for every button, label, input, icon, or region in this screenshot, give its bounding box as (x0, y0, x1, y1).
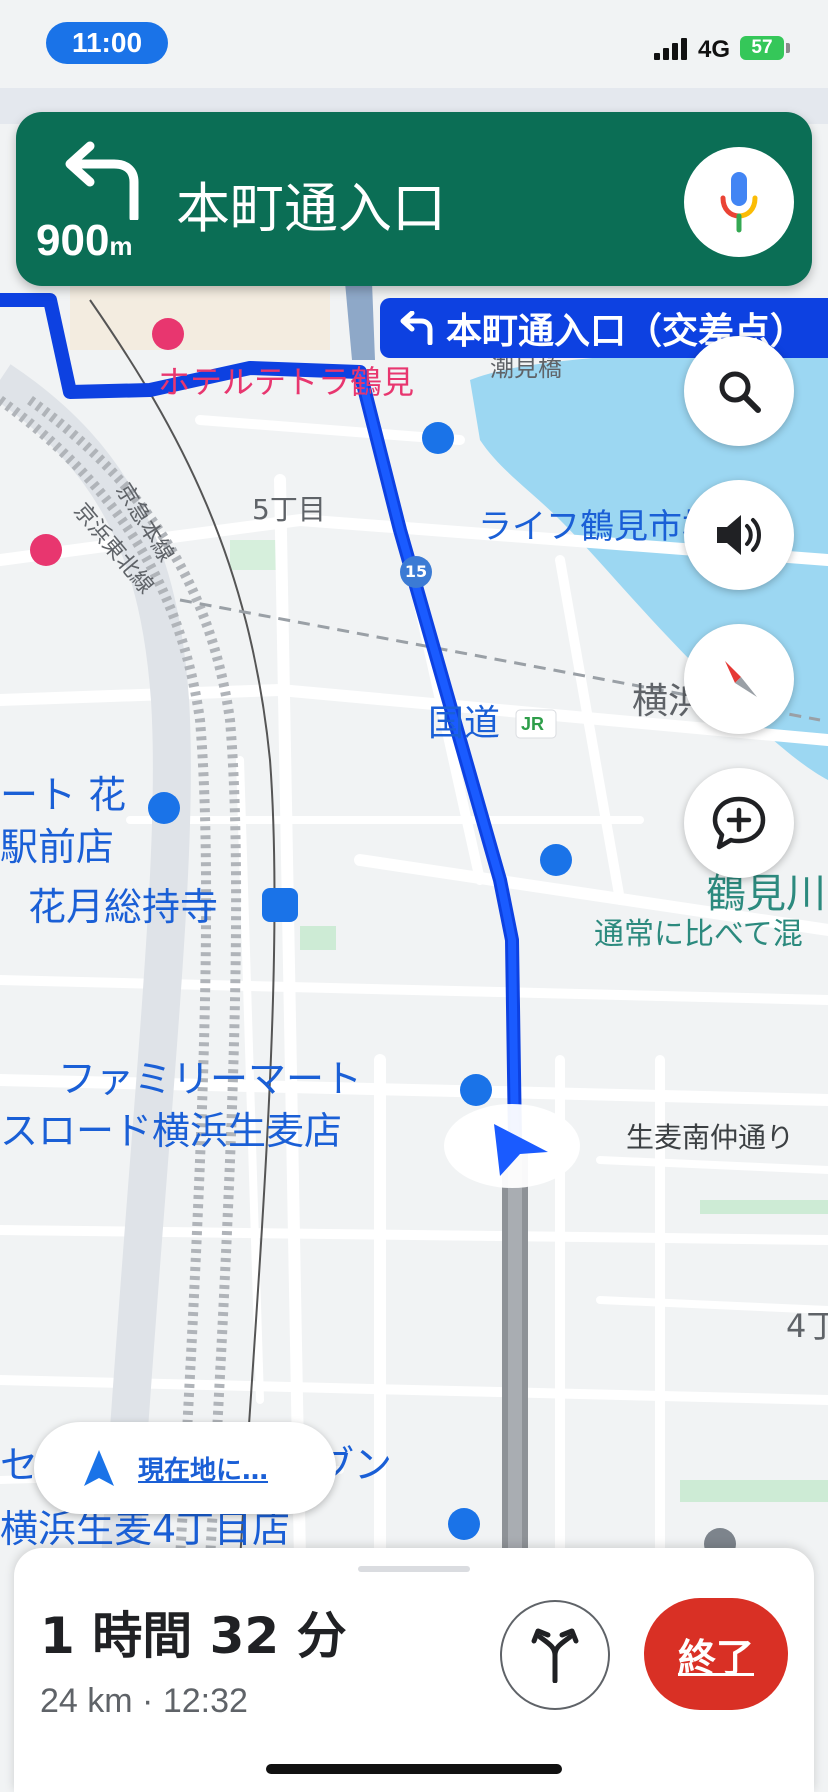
map-label-store1-line1[interactable]: ート 花 (0, 776, 126, 814)
recenter-label: 現在地に… (138, 1455, 269, 1486)
turn-left-icon (65, 141, 139, 220)
map-label-family-line1[interactable]: ファミリーマート (58, 1060, 362, 1098)
voice-search-button[interactable] (684, 147, 794, 257)
map-label-tsurumi-river: 鶴見川 (706, 871, 826, 917)
status-time[interactable]: 11:00 (46, 22, 168, 64)
speaker-icon (717, 515, 761, 555)
map-label-bridge: 潮見橋 (490, 354, 562, 382)
jr-logo: JR (521, 714, 545, 734)
end-navigation-button[interactable]: 終了 (644, 1598, 788, 1710)
map-label-seven-line1[interactable]: セ (0, 1446, 38, 1484)
map-label-life[interactable]: ライフ鶴見市場 (478, 510, 716, 544)
map-label-traffic-note: 通常に比べて混 (594, 917, 803, 952)
signal-icon (654, 38, 687, 60)
battery-tip (786, 43, 790, 53)
trip-summary-sheet[interactable]: 1 時間 32 分 24 km · 12:32 終了 (14, 1548, 814, 1792)
turn-left-small-icon (400, 311, 433, 345)
battery-icon: 57 (740, 36, 784, 60)
home-indicator[interactable] (266, 1764, 562, 1774)
eta-details: 24 km · 12:32 (40, 1682, 248, 1721)
recenter-button[interactable]: 現在地に… (34, 1422, 336, 1514)
eta-distance: 24 km (40, 1682, 133, 1720)
map-label-namamugi: 生麦南仲通り (626, 1121, 795, 1154)
compass-button[interactable] (684, 624, 794, 734)
urban-area (70, 280, 330, 350)
park-2 (230, 540, 280, 570)
network-type: 4G (698, 36, 731, 63)
navigation-banner[interactable]: 900m 本町通入口 (16, 112, 812, 286)
search-button[interactable] (684, 336, 794, 446)
map-label-store1-line2[interactable]: 駅前店 (0, 828, 114, 866)
status-bar: 11:00 4G 57 (0, 0, 828, 90)
search-icon (719, 371, 761, 413)
next-street-name: 本町通入口 (176, 177, 446, 240)
map-label-hotel[interactable]: ホテルテトラ鶴見 (158, 366, 414, 398)
add-comment-icon (712, 796, 766, 850)
map-label-family-line2[interactable]: スロード横浜生麦店 (0, 1112, 342, 1150)
eta-duration: 1 時間 32 分 (40, 1607, 347, 1665)
turn-distance-unit: m (109, 231, 133, 261)
map-label-four: 4丁 (786, 1307, 828, 1345)
eta-separator: · (132, 1682, 163, 1720)
turn-distance: 900m (36, 216, 133, 266)
battery-level: 57 (751, 37, 773, 58)
report-incident-button[interactable] (684, 768, 794, 878)
map-label-kokudo[interactable]: 国道 (428, 706, 500, 742)
route-15-badge: 15 (400, 556, 432, 588)
sheet-drag-handle[interactable] (358, 1566, 470, 1572)
park-3 (700, 1200, 828, 1214)
fork-route-icon (531, 1628, 579, 1683)
navigation-arrow-icon (84, 1450, 114, 1486)
map-label-seven-line3[interactable]: 横浜生麦4丁目店 (0, 1510, 290, 1548)
alternate-routes-button[interactable] (500, 1600, 610, 1710)
park-1 (300, 926, 336, 950)
map-label-chome5: 5丁目 (252, 493, 326, 526)
park-4 (680, 1480, 828, 1502)
microphone-icon (720, 172, 758, 233)
map-label-kagetsu[interactable]: 花月総持寺 (28, 888, 218, 926)
eta-arrival-time: 12:32 (162, 1682, 248, 1720)
sound-button[interactable] (684, 480, 794, 590)
compass-icon (725, 661, 757, 697)
turn-distance-value: 900 (36, 216, 110, 265)
